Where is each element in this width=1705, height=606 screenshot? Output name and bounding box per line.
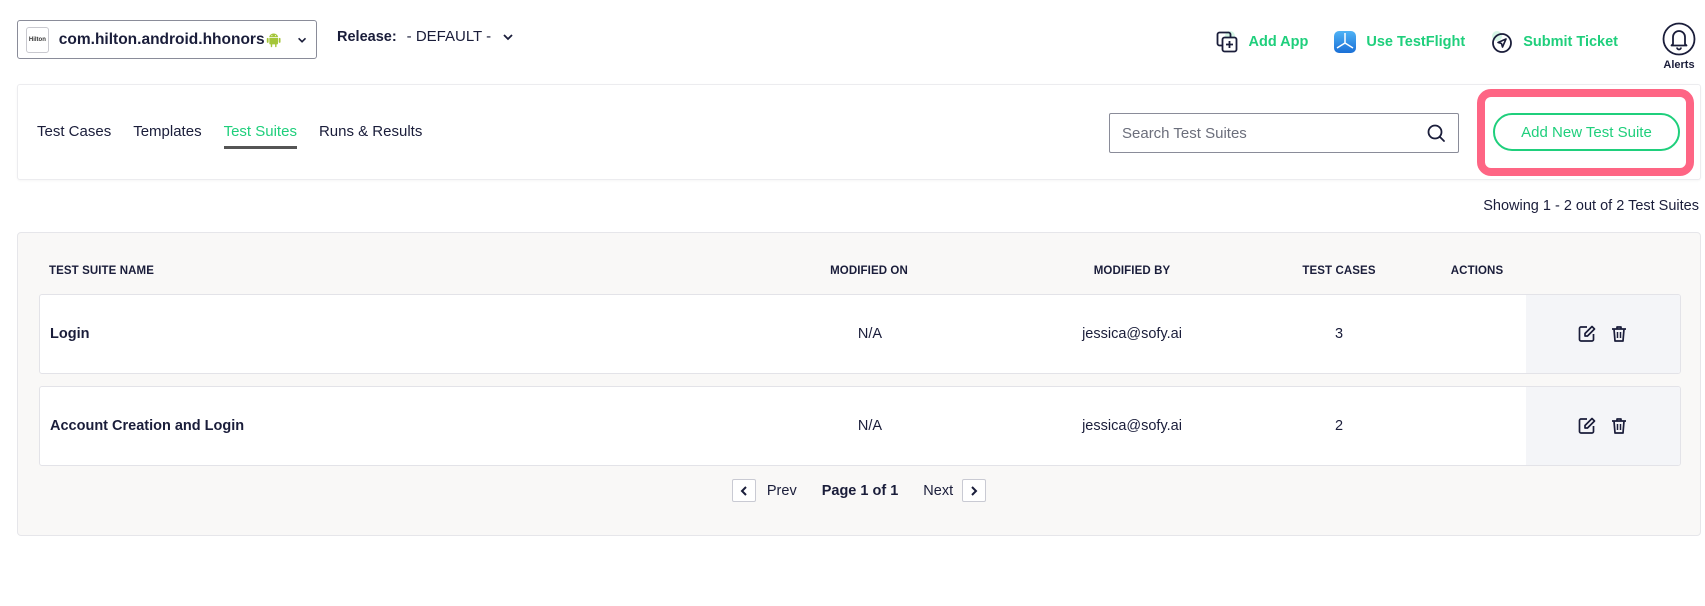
page-info: Page 1 of 1 bbox=[821, 482, 899, 499]
modified-by: jessica@sofy.ai bbox=[1082, 326, 1182, 342]
table-header: TEST SUITE NAME MODIFIED ON MODIFIED BY … bbox=[39, 265, 1680, 285]
tab-test-cases[interactable]: Test Cases bbox=[37, 123, 111, 149]
android-icon bbox=[266, 33, 281, 47]
chevron-down-icon bbox=[503, 33, 513, 40]
add-app-label: Add App bbox=[1248, 34, 1309, 50]
table-row[interactable]: Login N/A jessica@sofy.ai 3 bbox=[39, 294, 1681, 374]
app-name: com.hilton.android.hhonors bbox=[58, 30, 265, 48]
use-testflight-button[interactable]: Use TestFlight bbox=[1333, 30, 1465, 54]
add-app-icon bbox=[1217, 31, 1238, 53]
row-actions bbox=[1526, 387, 1680, 465]
modified-on: N/A bbox=[857, 418, 883, 434]
trash-icon[interactable] bbox=[1609, 416, 1629, 436]
search-input[interactable] bbox=[1122, 124, 1426, 142]
test-suites-table: TEST SUITE NAME MODIFIED ON MODIFIED BY … bbox=[17, 232, 1701, 536]
suite-name[interactable]: Account Creation and Login bbox=[50, 387, 244, 465]
table-row[interactable]: Account Creation and Login N/A jessica@s… bbox=[39, 386, 1681, 466]
test-case-count: 3 bbox=[1334, 326, 1344, 342]
next-page-button[interactable] bbox=[962, 479, 987, 502]
release-label: Release: bbox=[337, 28, 397, 45]
search-icon[interactable] bbox=[1426, 123, 1446, 143]
alerts-label: Alerts bbox=[1663, 59, 1695, 71]
chevron-left-icon bbox=[740, 485, 747, 496]
testflight-icon bbox=[1334, 31, 1357, 53]
tab-bar: Test Cases Templates Test Suites Runs & … bbox=[37, 123, 422, 149]
results-count: Showing 1 - 2 out of 2 Test Suites bbox=[1483, 198, 1699, 214]
use-testflight-label: Use TestFlight bbox=[1366, 34, 1466, 50]
next-page-link[interactable]: Next bbox=[923, 483, 953, 499]
edit-icon[interactable] bbox=[1577, 324, 1597, 344]
tab-runs-results[interactable]: Runs & Results bbox=[319, 123, 422, 149]
prev-page-button[interactable] bbox=[731, 479, 756, 502]
add-app-button[interactable]: Add App bbox=[1215, 30, 1308, 54]
submit-ticket-button[interactable]: Submit Ticket bbox=[1490, 30, 1618, 54]
suite-name[interactable]: Login bbox=[50, 295, 89, 373]
toolbar-card: Test Cases Templates Test Suites Runs & … bbox=[17, 84, 1701, 180]
row-actions bbox=[1526, 295, 1680, 373]
submit-ticket-label: Submit Ticket bbox=[1523, 34, 1618, 50]
tab-templates[interactable]: Templates bbox=[133, 123, 201, 149]
column-header-name: TEST SUITE NAME bbox=[49, 265, 155, 277]
edit-icon[interactable] bbox=[1577, 416, 1597, 436]
add-new-test-suite-button[interactable]: Add New Test Suite bbox=[1493, 113, 1680, 151]
send-icon bbox=[1492, 31, 1513, 53]
pagination: Prev Page 1 of 1 Next bbox=[18, 479, 1700, 502]
trash-icon[interactable] bbox=[1609, 324, 1629, 344]
column-header-actions: ACTIONS bbox=[1450, 265, 1504, 277]
search-box bbox=[1109, 113, 1459, 153]
tab-test-suites[interactable]: Test Suites bbox=[223, 123, 298, 149]
modified-on: N/A bbox=[857, 326, 883, 342]
app-selector[interactable]: Hilton com.hilton.android.hhonors bbox=[17, 20, 317, 59]
chevron-right-icon bbox=[971, 485, 978, 496]
column-header-modified-by: MODIFIED BY bbox=[1093, 265, 1171, 277]
column-header-test-cases: TEST CASES bbox=[1302, 265, 1376, 277]
modified-by: jessica@sofy.ai bbox=[1082, 418, 1182, 434]
alerts-button[interactable]: Alerts bbox=[1659, 22, 1699, 71]
app-logo: Hilton bbox=[26, 26, 49, 53]
chevron-down-icon bbox=[297, 37, 306, 43]
bell-icon bbox=[1662, 22, 1696, 56]
column-header-modified-on: MODIFIED ON bbox=[830, 265, 908, 277]
release-value: - DEFAULT - bbox=[406, 28, 492, 45]
test-case-count: 2 bbox=[1334, 418, 1344, 434]
release-selector[interactable]: Release: - DEFAULT - bbox=[337, 28, 515, 45]
prev-page-link[interactable]: Prev bbox=[767, 483, 797, 499]
